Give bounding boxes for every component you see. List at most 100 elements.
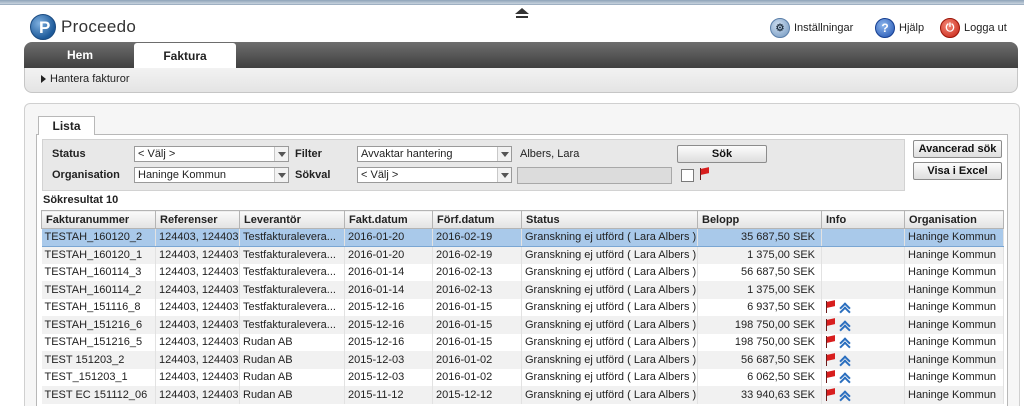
priority-up-icon <box>839 372 851 382</box>
cell-forf: 2016-01-02 <box>432 351 522 369</box>
cell-fakt: 2016-01-20 <box>344 246 433 264</box>
brand-name: Proceedo <box>61 17 137 36</box>
cell-status: Granskning ej utförd ( Lara Albers ) <box>521 281 698 299</box>
status-select[interactable]: < Välj > <box>134 146 289 162</box>
info-cell <box>821 333 905 351</box>
cell-ref: 124403, 124403 <box>155 333 240 351</box>
cell-fakt: 2015-11-12 <box>344 386 433 404</box>
export-excel-button[interactable]: Visa i Excel <box>913 162 1002 180</box>
settings-link[interactable]: ⚙ Inställningar <box>770 16 853 40</box>
cell-forf: 2016-02-13 <box>432 281 522 299</box>
column-header[interactable]: Organisation <box>904 210 1004 229</box>
flag-filter-checkbox[interactable] <box>681 169 694 182</box>
table-row[interactable]: TEST_151203_1 124403, 124403 Rudan AB 2015-… <box>41 368 1004 386</box>
search-button[interactable]: Sök <box>677 145 767 163</box>
table-row[interactable]: TESTAH_151216_5 124403, 124403 Rudan AB 201… <box>41 333 1004 351</box>
cell-nr: TESTAH_151216_5 <box>41 333 156 351</box>
priority-up-icon <box>839 320 851 330</box>
cell-nr: TEST_151203_1 <box>41 368 156 386</box>
column-header[interactable]: Förf.datum <box>432 210 522 229</box>
tab-lista[interactable]: Lista <box>38 116 95 135</box>
cell-fakt: 2016-01-20 <box>344 228 433 247</box>
sokval-label: Sökval <box>295 169 331 181</box>
cell-org: Haninge Kommun <box>904 281 1004 299</box>
cell-org: Haninge Kommun <box>904 333 1004 351</box>
chevron-down-icon <box>497 147 511 161</box>
filter-select[interactable]: Avvaktar hantering <box>357 146 512 162</box>
info-cell <box>821 368 905 386</box>
cell-org: Haninge Kommun <box>904 298 1004 316</box>
cell-lev: Rudan AB <box>239 368 345 386</box>
info-cell <box>821 228 905 247</box>
organisation-label: Organisation <box>52 169 120 181</box>
cell-belopp: 1 375,00 SEK <box>697 246 822 264</box>
cell-ref: 124403, 124403 <box>155 368 240 386</box>
cell-lev: Testfakturaleverа... <box>239 228 345 247</box>
subnav-label: Hantera fakturor <box>50 73 130 85</box>
cell-ref: 124403, 124403 <box>155 386 240 404</box>
organisation-select-value: Haninge Kommun <box>138 169 227 181</box>
proceedo-logo-icon: P <box>30 14 56 40</box>
flag-icon[interactable] <box>825 336 835 349</box>
priority-up-icon <box>839 355 851 365</box>
advanced-search-button[interactable]: Avancerad sök <box>913 140 1002 158</box>
column-header[interactable]: Leverantör <box>239 210 345 229</box>
column-header[interactable]: Info <box>821 210 905 229</box>
organisation-select[interactable]: Haninge Kommun <box>134 167 289 183</box>
flag-icon[interactable] <box>825 353 835 366</box>
chevron-down-icon <box>274 168 288 182</box>
subnav-item-hantera-fakturor[interactable]: Hantera fakturor <box>41 73 129 85</box>
table-row[interactable]: TESTAH_151216_6 124403, 124403 Testfaktura… <box>41 316 1004 334</box>
cell-fakt: 2015-12-16 <box>344 298 433 316</box>
cell-nr: TESTAH_160120_2 <box>41 228 156 247</box>
cell-status: Granskning ej utförd ( Lara Albers ) <box>521 368 698 386</box>
flag-icon[interactable] <box>825 388 835 401</box>
filter-select-value: Avvaktar hantering <box>361 148 453 160</box>
table-row[interactable]: TEST 151203_2 124403, 124403 Rudan AB 2015-… <box>41 351 1004 369</box>
logout-label: Logga ut <box>964 22 1007 34</box>
cell-fakt: 2015-12-03 <box>344 351 433 369</box>
cell-lev: Rudan AB <box>239 386 345 404</box>
cell-status: Granskning ej utförd ( Lara Albers ) <box>521 386 698 404</box>
table-row[interactable]: TESTAH_160114_3 124403, 124403 Testfaktura… <box>41 263 1004 281</box>
sokval-text-input[interactable] <box>517 167 672 184</box>
column-header[interactable]: Fakturanummer <box>41 210 156 229</box>
flag-icon[interactable] <box>825 371 835 384</box>
cell-forf: 2016-02-13 <box>432 263 522 281</box>
logout-link[interactable]: ⏻ Logga ut <box>940 16 1007 40</box>
table-row[interactable]: TESTAH_160120_2 124403, 124403 Testfaktura… <box>41 228 1004 247</box>
cell-status: Granskning ej utförd ( Lara Albers ) <box>521 298 698 316</box>
sokval-select[interactable]: < Välj > <box>357 167 512 183</box>
table-row[interactable]: TEST EC 151112_06 124403, 124403 Rudan AB 2… <box>41 386 1004 404</box>
cell-org: Haninge Kommun <box>904 263 1004 281</box>
tab-hem[interactable]: Hem <box>38 42 122 68</box>
tab-faktura[interactable]: Faktura <box>134 43 236 68</box>
flag-icon[interactable] <box>825 301 835 314</box>
flag-icon[interactable] <box>825 318 835 331</box>
cell-lev: Testfakturaleverа... <box>239 281 345 299</box>
help-link[interactable]: ? Hjälp <box>875 16 924 40</box>
power-icon: ⏻ <box>940 18 960 38</box>
cell-belopp: 198 750,00 SEK <box>697 333 822 351</box>
table-row[interactable]: TESTAH_160120_1 124403, 124403 Testfaktura… <box>41 246 1004 264</box>
cell-ref: 124403, 124403 <box>155 298 240 316</box>
cell-belopp: 6 062,50 SEK <box>697 368 822 386</box>
cell-lev: Testfakturaleverа... <box>239 316 345 334</box>
table-row[interactable]: TESTAH_151116_8 124403, 124403 Testfaktura… <box>41 298 1004 316</box>
cell-status: Granskning ej utförd ( Lara Albers ) <box>521 228 698 247</box>
cell-belopp: 198 750,00 SEK <box>697 316 822 334</box>
cell-belopp: 56 687,50 SEK <box>697 351 822 369</box>
column-header[interactable]: Belopp <box>697 210 822 229</box>
column-header[interactable]: Referenser <box>155 210 240 229</box>
table-row[interactable]: TESTAH_160114_2 124403, 124403 Testfaktura… <box>41 281 1004 299</box>
sokval-select-value: < Välj > <box>361 169 399 181</box>
collapse-header-icon[interactable] <box>515 8 529 20</box>
column-header[interactable]: Status <box>521 210 698 229</box>
flag-icon <box>699 168 709 180</box>
result-count: Sökresultat 10 <box>43 194 119 206</box>
chevron-down-icon <box>274 147 288 161</box>
cell-org: Haninge Kommun <box>904 246 1004 264</box>
cell-ref: 124403, 124403 <box>155 351 240 369</box>
column-header[interactable]: Fakt.datum <box>344 210 433 229</box>
info-cell <box>821 316 905 334</box>
